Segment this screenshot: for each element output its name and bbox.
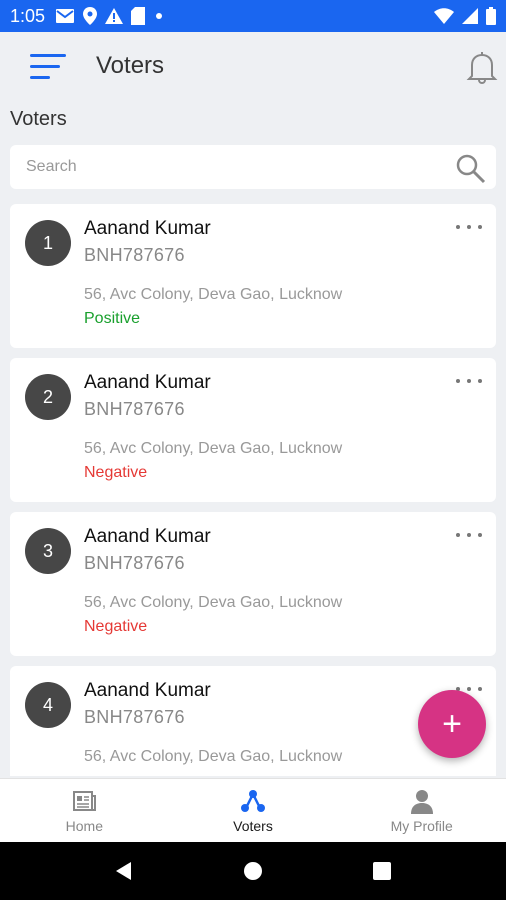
wifi-icon <box>434 8 454 24</box>
more-options-icon[interactable] <box>456 374 482 388</box>
voter-card[interactable]: 1 Aanand Kumar BNH787676 56, Avc Colony,… <box>10 204 496 348</box>
system-nav-bar <box>0 842 506 900</box>
voter-number: 4 <box>25 682 71 728</box>
more-options-icon[interactable] <box>456 528 482 542</box>
page-title: Voters <box>96 52 165 79</box>
status-right-icons <box>434 7 496 25</box>
home-circle-icon[interactable] <box>238 856 268 886</box>
voter-number: 1 <box>25 220 71 266</box>
voter-id: BNH787676 <box>84 707 185 727</box>
app-bar: Voters <box>0 32 506 104</box>
voter-status: Positive <box>84 310 141 327</box>
back-icon[interactable] <box>109 856 139 886</box>
more-options-icon[interactable] <box>456 220 482 234</box>
nav-item-profile[interactable]: My Profile <box>337 779 506 842</box>
voter-number: 2 <box>25 374 71 420</box>
dot-icon <box>156 13 163 19</box>
voter-status: Negative <box>84 464 148 481</box>
status-bar: 1:05 <box>0 0 506 32</box>
voter-list: 1 Aanand Kumar BNH787676 56, Avc Colony,… <box>10 204 496 776</box>
voter-card[interactable]: 3 Aanand Kumar BNH787676 56, Avc Colony,… <box>10 512 496 656</box>
search-bar <box>10 145 496 189</box>
voter-number: 3 <box>25 528 71 574</box>
search-input[interactable] <box>26 158 426 176</box>
nav-label-voters: Voters <box>233 817 273 834</box>
home-document-icon <box>73 790 97 811</box>
nav-label-profile: My Profile <box>390 817 453 834</box>
voter-name: Aanand Kumar <box>84 680 211 701</box>
voter-address: 56, Avc Colony, Deva Gao, Lucknow <box>84 594 343 611</box>
voter-status: Negative <box>84 618 148 635</box>
voter-id: BNH787676 <box>84 245 185 265</box>
warning-icon <box>105 8 124 24</box>
nav-item-voters[interactable]: Voters <box>169 779 338 842</box>
bell-icon[interactable] <box>466 50 498 85</box>
nav-label-home: Home <box>65 817 104 834</box>
add-voter-button[interactable]: + <box>418 690 486 758</box>
profile-icon <box>410 789 433 814</box>
hamburger-menu-icon[interactable] <box>30 54 66 82</box>
status-time: 1:05 <box>10 5 46 26</box>
gmail-icon <box>56 9 75 23</box>
voter-id: BNH787676 <box>84 399 185 419</box>
voter-card[interactable]: 2 Aanand Kumar BNH787676 56, Avc Colony,… <box>10 358 496 502</box>
section-title: Voters <box>10 108 67 130</box>
voter-name: Aanand Kumar <box>84 526 211 547</box>
voter-name: Aanand Kumar <box>84 372 211 393</box>
bottom-nav: Home Voters My Profile <box>0 778 506 842</box>
search-icon[interactable] <box>454 152 486 184</box>
voter-address: 56, Avc Colony, Deva Gao, Lucknow <box>84 286 343 303</box>
voter-id: BNH787676 <box>84 553 185 573</box>
battery-icon <box>486 7 496 25</box>
voter-name: Aanand Kumar <box>84 218 211 239</box>
voter-address: 56, Avc Colony, Deva Gao, Lucknow <box>84 440 343 457</box>
recents-square-icon[interactable] <box>367 856 397 886</box>
status-icons <box>55 7 165 25</box>
nav-item-home[interactable]: Home <box>0 779 169 842</box>
location-icon <box>83 7 98 25</box>
voter-address: 56, Avc Colony, Deva Gao, Lucknow <box>84 748 343 765</box>
signal-icon <box>462 8 478 24</box>
voters-network-icon <box>241 789 265 812</box>
sd-card-icon <box>131 7 146 25</box>
